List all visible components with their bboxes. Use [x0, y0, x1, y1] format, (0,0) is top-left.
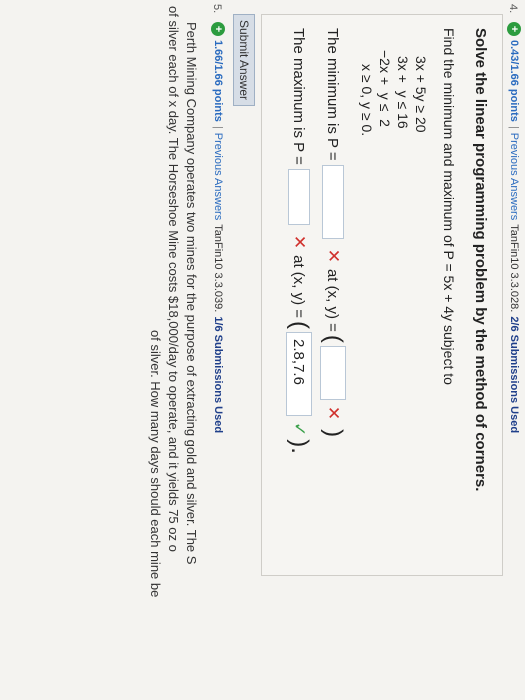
question-meta-line: + 1.66/1.66 points | Previous Answers Ta… — [211, 22, 225, 433]
question-text-line: of silver each of x day. The Horseshoe M… — [166, 6, 181, 552]
at-label: at (x, y) = — [290, 255, 308, 319]
incorrect-icon: ✕ — [324, 248, 343, 263]
maximum-input[interactable] — [288, 168, 310, 225]
maximum-label: The maximum is P = — [290, 28, 308, 165]
minimum-input[interactable] — [322, 164, 344, 239]
paren-open: ( — [286, 321, 313, 330]
question-text-line: of silver. How many days should each min… — [148, 330, 163, 598]
submit-answer-button[interactable]: Submit Answer — [233, 14, 255, 106]
minimum-answer-row: The minimum is P = ✕ at (x, y) = ( ✕ ) — [319, 28, 347, 440]
maximum-coordinate-input[interactable]: 2.8,7.6 — [286, 332, 312, 417]
incorrect-icon: ✕ — [324, 405, 343, 421]
constraint: 3x + y ≤ 16 — [395, 56, 411, 129]
problem-id: TanFin10 3.3.039. — [212, 224, 224, 313]
question-number: 5. — [211, 4, 223, 14]
points-status-icon: + — [211, 22, 225, 36]
points-score: 0.43/1.66 points — [508, 40, 520, 122]
constraint: x ≥ 0, y ≥ 0. — [359, 64, 375, 137]
separator: | — [212, 125, 224, 129]
submissions-used: 2/6 Submissions Used — [508, 316, 520, 434]
assignment-page: 4. + 0.43/1.66 points | Previous Answers… — [0, 0, 525, 700]
incorrect-icon: ✕ — [290, 234, 309, 250]
constraint: 3x + 5y ≥ 20 — [413, 56, 429, 133]
correct-check-icon: ✓ — [290, 422, 309, 437]
minimum-coordinate-input[interactable] — [320, 345, 346, 400]
submissions-used: 1/6 Submissions Used — [212, 316, 224, 434]
paren-close: ) — [320, 429, 347, 438]
question-prompt: Find the minimum and maximum of P = 5x +… — [441, 28, 457, 385]
previous-answers-link[interactable]: Previous Answers — [508, 133, 520, 220]
maximum-answer-row: The maximum is P = ✕ at (x, y) = ( 2.8,7… — [285, 28, 313, 457]
paren-close: ). — [286, 439, 313, 454]
separator: | — [508, 125, 520, 129]
at-label: at (x, y) = — [324, 268, 342, 332]
question-text-line: Perth Mining Company operates two mines … — [184, 22, 199, 565]
previous-answers-link[interactable]: Previous Answers — [212, 133, 224, 220]
points-status-icon: + — [507, 22, 521, 36]
points-score: 1.66/1.66 points — [212, 40, 224, 122]
constraint: −2x + y ≤ 2 — [377, 50, 393, 127]
question-title: Solve the linear programming problem by … — [472, 28, 489, 492]
question-number: 4. — [507, 4, 519, 14]
problem-id: TanFin10 3.3.028. — [508, 224, 520, 313]
paren-open: ( — [320, 334, 347, 343]
minimum-label: The minimum is P = — [324, 28, 342, 161]
question-meta-line: + 0.43/1.66 points | Previous Answers Ta… — [507, 22, 521, 433]
